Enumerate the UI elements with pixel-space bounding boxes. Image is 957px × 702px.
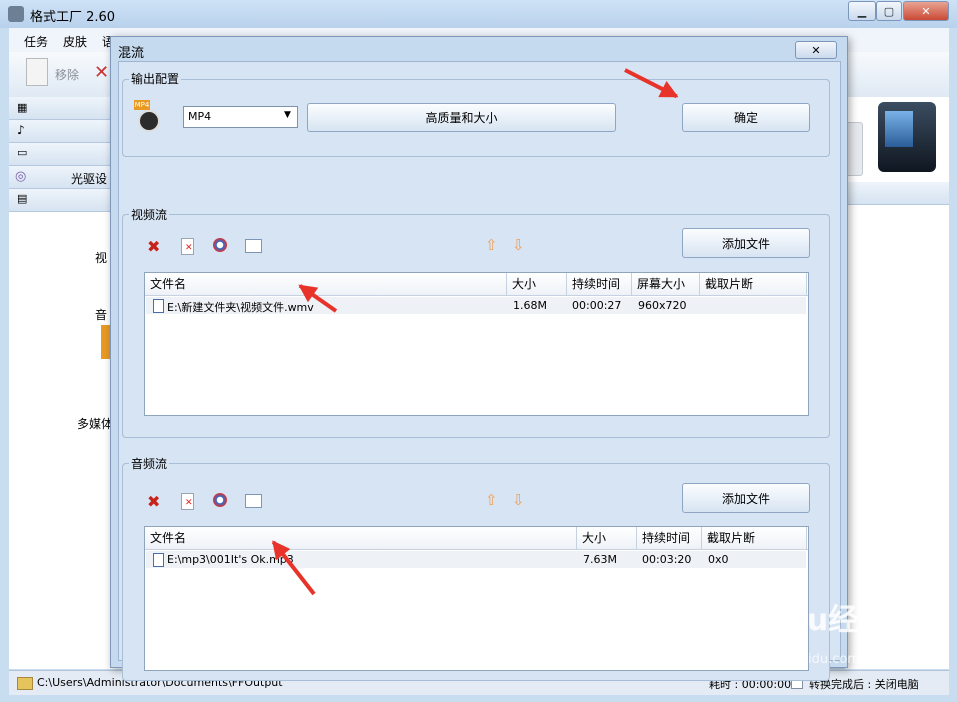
video-stream-label: 视频流 xyxy=(129,206,170,223)
picture-icon: ▭ xyxy=(17,146,28,159)
format-select-value: MP4 xyxy=(188,110,212,123)
close-icon: ✕ xyxy=(811,43,821,57)
video-table-header: 文件名 大小 持续时间 屏幕大小 截取片断 xyxy=(145,273,808,296)
video-table: 文件名 大小 持续时间 屏幕大小 截取片断 E:\新建文件夹\视频文件.wmv … xyxy=(144,272,809,416)
format-select[interactable]: MP4 ▼ xyxy=(183,106,298,128)
mux-dialog: 混流 ✕ 输出配置 MP4 MP4 ▼ 高质量和大小 确定 视频流 ✖ ✕ ⇧ … xyxy=(110,36,848,681)
audio-col-clip[interactable]: 截取片断 xyxy=(702,527,807,549)
video-row-size: 1.68M xyxy=(513,299,547,312)
audio-row-size: 7.63M xyxy=(583,553,617,566)
delete-stream-icon[interactable]: ✖ xyxy=(147,492,160,511)
audio-col-filename[interactable]: 文件名 xyxy=(145,527,577,549)
close-button[interactable]: ✕ xyxy=(903,1,949,21)
remove-file-icon[interactable] xyxy=(26,58,48,86)
clear-x-mark: ✕ xyxy=(185,243,193,253)
remove-button-label[interactable]: 移除 xyxy=(55,66,79,83)
music-icon: ♪ xyxy=(17,123,25,137)
clear-x-mark: ✕ xyxy=(185,498,193,508)
table-row[interactable]: E:\mp3\001It's Ok.mp3 7.63M 00:03:20 0x0 xyxy=(146,551,806,568)
info-icon[interactable] xyxy=(245,239,262,253)
audio-file-icon xyxy=(153,553,164,567)
video-row-file: E:\新建文件夹\视频文件.wmv xyxy=(167,301,314,314)
video-file-icon xyxy=(153,299,164,313)
dialog-body: 输出配置 MP4 MP4 ▼ 高质量和大小 确定 视频流 ✖ ✕ ⇧ ⇩ 添加文… xyxy=(118,61,841,681)
menu-task[interactable]: 任务 xyxy=(24,33,48,50)
dialog-title: 混流 xyxy=(118,46,145,61)
dialog-close-button[interactable]: ✕ xyxy=(795,41,837,59)
app-title: 格式工厂 2.60 xyxy=(30,10,116,25)
video-row-duration: 00:00:27 xyxy=(572,299,622,312)
play-icon[interactable] xyxy=(213,238,227,252)
audio-table-header: 文件名 大小 持续时间 截取片断 xyxy=(145,527,808,550)
left-label-video: 视 xyxy=(95,251,108,265)
left-label-multimedia: 多媒体 xyxy=(77,417,114,431)
play-icon[interactable] xyxy=(213,493,227,507)
audio-table: 文件名 大小 持续时间 截取片断 E:\mp3\001It's Ok.mp3 7… xyxy=(144,526,809,671)
audio-col-size[interactable]: 大小 xyxy=(577,527,637,549)
output-config-label: 输出配置 xyxy=(129,70,182,87)
delete-icon[interactable]: ✕ xyxy=(94,62,109,83)
video-row-screen: 960x720 xyxy=(638,299,687,312)
audio-add-file-button[interactable]: 添加文件 xyxy=(682,483,810,513)
right-area xyxy=(845,97,949,669)
move-up-icon[interactable]: ⇧ xyxy=(485,236,498,254)
film-reel-icon xyxy=(138,110,160,132)
video-col-duration[interactable]: 持续时间 xyxy=(567,273,632,295)
audio-stream-label: 音频流 xyxy=(129,455,170,472)
device-screen-icon xyxy=(885,111,913,147)
move-up-icon[interactable]: ⇧ xyxy=(485,491,498,509)
disc-icon: ◎ xyxy=(15,169,27,184)
ok-button[interactable]: 确定 xyxy=(682,103,810,132)
info-icon[interactable] xyxy=(245,494,262,508)
clear-list-icon[interactable]: ✕ xyxy=(181,238,194,255)
film-icon: ▦ xyxy=(17,101,28,114)
delete-stream-icon[interactable]: ✖ xyxy=(147,237,160,256)
sidebar-item-disc-label: 光驱设 xyxy=(71,172,108,186)
video-col-clip[interactable]: 截取片断 xyxy=(700,273,807,295)
app-logo-icon xyxy=(8,6,24,22)
mp4-badge: MP4 xyxy=(134,100,150,110)
table-row[interactable]: E:\新建文件夹\视频文件.wmv 1.68M 00:00:27 960x720 xyxy=(146,297,806,314)
mp4-format-icon: MP4 xyxy=(134,100,164,132)
audio-row-clip: 0x0 xyxy=(708,553,729,566)
maximize-button[interactable]: ▢ xyxy=(876,1,902,21)
folder-icon[interactable] xyxy=(17,677,33,690)
video-col-filename[interactable]: 文件名 xyxy=(145,273,507,295)
audio-col-duration[interactable]: 持续时间 xyxy=(637,527,702,549)
move-down-icon[interactable]: ⇩ xyxy=(512,491,525,509)
chevron-down-icon: ▼ xyxy=(284,110,291,120)
baidu-watermark-url: jingyan.baidu.com xyxy=(740,652,860,667)
left-label-audio: 音 xyxy=(95,308,108,322)
audio-row-duration: 00:03:20 xyxy=(642,553,692,566)
window-icon: ▤ xyxy=(17,192,28,205)
baidu-watermark-logo: Baidu经验 xyxy=(732,603,889,638)
move-down-icon[interactable]: ⇩ xyxy=(512,236,525,254)
video-col-screen[interactable]: 屏幕大小 xyxy=(632,273,700,295)
right-header-bar xyxy=(845,182,949,205)
minimize-button[interactable]: ▁ xyxy=(848,1,876,21)
quality-size-button[interactable]: 高质量和大小 xyxy=(307,103,616,132)
menu-skin[interactable]: 皮肤 xyxy=(63,33,87,50)
video-add-file-button[interactable]: 添加文件 xyxy=(682,228,810,258)
clear-list-icon[interactable]: ✕ xyxy=(181,493,194,510)
main-titlebar: 格式工厂 2.60 ▁ ▢ ✕ xyxy=(0,0,957,28)
video-col-size[interactable]: 大小 xyxy=(507,273,567,295)
